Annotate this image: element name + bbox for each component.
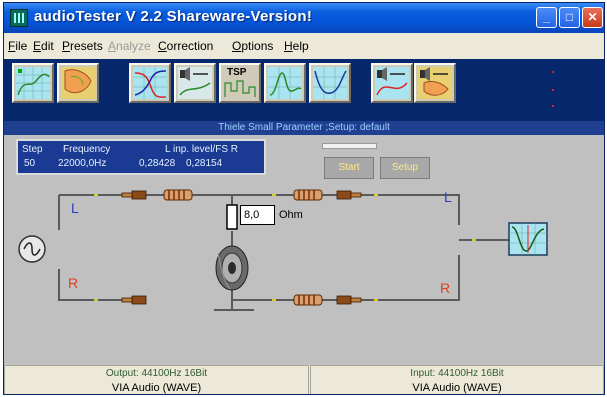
output-format: Output: 44100Hz 16Bit [105, 368, 208, 379]
waterfall-icon[interactable] [264, 63, 306, 103]
impedance-curve-icon[interactable] [309, 63, 351, 103]
toolbar: TSP [4, 59, 604, 121]
tsp-icon[interactable]: TSP [219, 63, 261, 103]
output-device: VIA Audio (WAVE) [111, 382, 202, 394]
signal-generator-icon [18, 235, 46, 263]
resistor-unit-label: Ohm [279, 209, 303, 221]
spectrum-map-icon[interactable] [57, 63, 99, 103]
menu-correction[interactable]: Correction [158, 39, 213, 53]
menu-presets[interactable]: Presets [62, 39, 103, 53]
indicator-dot [552, 71, 554, 73]
circuit-diagram [18, 189, 548, 311]
input-format: Input: 44100Hz 16Bit [410, 368, 504, 379]
app-window: audioTester V 2.2 Shareware-Version! _ □… [3, 2, 605, 395]
menu-analyze[interactable]: Analyze [108, 39, 151, 53]
input-panel: Input: 44100Hz 16Bit VIA Audio (WAVE) [310, 365, 604, 394]
menu-bar: File Edit Presets Analyze Correction Opt… [4, 33, 604, 59]
menu-edit[interactable]: Edit [33, 39, 54, 53]
indicator-dot [552, 105, 554, 107]
indicator-dot [552, 89, 554, 91]
resistor-value-input[interactable]: 8,0 [240, 205, 275, 225]
analyzer-icon [508, 222, 548, 256]
speaker-sweep-icon[interactable] [174, 63, 216, 103]
right-input-label: R [68, 275, 79, 291]
measurement-canvas: Step Frequency L inp. level/FS R 50 2200… [4, 135, 604, 365]
speaker-map-icon[interactable] [414, 63, 456, 103]
test-resistor-icon [226, 204, 238, 230]
speaker-curve-icon[interactable] [371, 63, 413, 103]
status-bar: Output: 44100Hz 16Bit VIA Audio (WAVE) I… [4, 365, 604, 394]
speaker-icon [215, 245, 249, 291]
window-title: audioTester V 2.2 Shareware-Version! [34, 8, 313, 25]
menu-options[interactable]: Options [232, 39, 273, 53]
menu-file[interactable]: File [8, 39, 27, 53]
setup-status: Thiele Small Parameter ;Setup: default [4, 121, 604, 135]
left-output-label: L [444, 189, 452, 205]
input-device: VIA Audio (WAVE) [412, 382, 502, 394]
close-icon[interactable]: ✕ [582, 7, 603, 28]
menu-help[interactable]: Help [284, 39, 309, 53]
frequency-response-icon[interactable] [12, 63, 54, 103]
title-bar[interactable]: audioTester V 2.2 Shareware-Version! _ □… [4, 3, 604, 33]
filter-curve-icon[interactable] [129, 63, 171, 103]
right-output-label: R [440, 280, 451, 296]
maximize-icon[interactable]: □ [559, 7, 580, 28]
left-input-label: L [71, 200, 79, 216]
minimize-icon[interactable]: _ [536, 7, 557, 28]
app-icon[interactable] [10, 9, 28, 27]
output-panel: Output: 44100Hz 16Bit VIA Audio (WAVE) [4, 365, 309, 394]
